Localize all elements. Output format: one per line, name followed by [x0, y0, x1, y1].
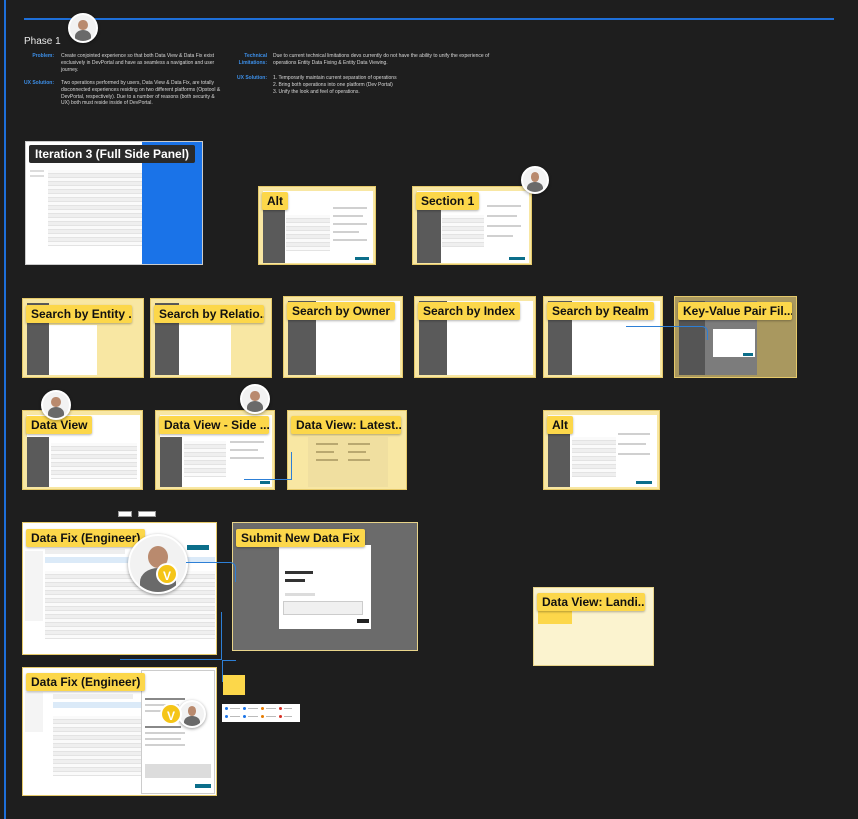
frame-label-search-relation[interactable]: Search by Relatio...	[154, 305, 264, 323]
ux-solution-list: 1. Temporarily maintain current separati…	[273, 75, 498, 95]
frame-label-search-owner[interactable]: Search by Owner	[287, 302, 396, 320]
frame-label-search-index[interactable]: Search by Index	[418, 302, 521, 320]
frame-label-section1[interactable]: Section 1	[416, 192, 480, 210]
frame-label-data-fix-2[interactable]: Data Fix (Engineer)	[26, 673, 146, 691]
frame-label-key-value[interactable]: Key-Value Pair Fil...	[678, 302, 792, 320]
frame-label-data-view-latest[interactable]: Data View: Latest...	[291, 416, 401, 434]
frame-label-search-realm[interactable]: Search by Realm	[547, 302, 654, 320]
v-badge-icon[interactable]: V	[156, 563, 178, 585]
ux-solution-label: UX Solution:	[24, 80, 54, 86]
canvas-left-guide	[4, 0, 6, 819]
ux-solution-item: 1. Temporarily maintain current separati…	[273, 75, 397, 81]
frame-label-iteration3[interactable]: Iteration 3 (Full Side Panel)	[29, 145, 196, 163]
design-canvas[interactable]: Phase 1 Problem: Create conjointed exper…	[0, 0, 858, 819]
tech-limitations-label: Technical Limitations:	[238, 53, 267, 66]
prototype-connector	[186, 562, 236, 582]
problem-text: Create conjointed experience so that bot…	[61, 53, 215, 73]
frame-label-data-view-side[interactable]: Data View - Side ...	[159, 416, 269, 434]
ux-solution-label-right: UX Solution:	[237, 75, 267, 81]
prototype-connector	[244, 452, 292, 480]
frame-label-alt-mid[interactable]: Alt	[547, 416, 573, 434]
collaborator-avatar-icon[interactable]	[240, 384, 270, 414]
legend-strip	[222, 704, 300, 722]
section-divider	[24, 18, 834, 20]
collaborator-avatar-icon[interactable]	[521, 166, 549, 194]
collaborator-avatar-icon[interactable]	[41, 390, 71, 420]
frame-label-data-view-landing[interactable]: Data View: Landi...	[537, 593, 645, 611]
collaborator-avatar-icon[interactable]	[128, 534, 188, 594]
ux-solution-item: 2. Bring both operations into one platfo…	[273, 81, 393, 88]
tech-limitations-text: Due to current technical limitations dev…	[273, 53, 490, 66]
v-badge-icon[interactable]: V	[160, 703, 182, 725]
ux-solution-item: 3. Unify the look and feel of operations…	[273, 88, 360, 95]
sticky-note[interactable]	[223, 675, 245, 695]
frame-label-data-fix-1[interactable]: Data Fix (Engineer)	[26, 529, 146, 547]
prototype-connector	[626, 326, 708, 340]
floating-chip[interactable]	[138, 511, 156, 517]
frame-label-search-entity[interactable]: Search by Entity ...	[26, 305, 132, 323]
prototype-connector	[120, 612, 222, 660]
frame-label-alt[interactable]: Alt	[262, 192, 288, 210]
frame-label-submit-fix[interactable]: Submit New Data Fix	[236, 529, 365, 547]
collaborator-avatar-icon[interactable]	[178, 700, 206, 728]
floating-chip[interactable]	[118, 511, 132, 517]
problem-label: Problem:	[32, 53, 54, 59]
collaborator-avatar-icon[interactable]	[68, 13, 98, 43]
phase-title: Phase 1	[24, 36, 61, 47]
ux-solution-text: Two operations performed by users, Data …	[61, 80, 221, 107]
